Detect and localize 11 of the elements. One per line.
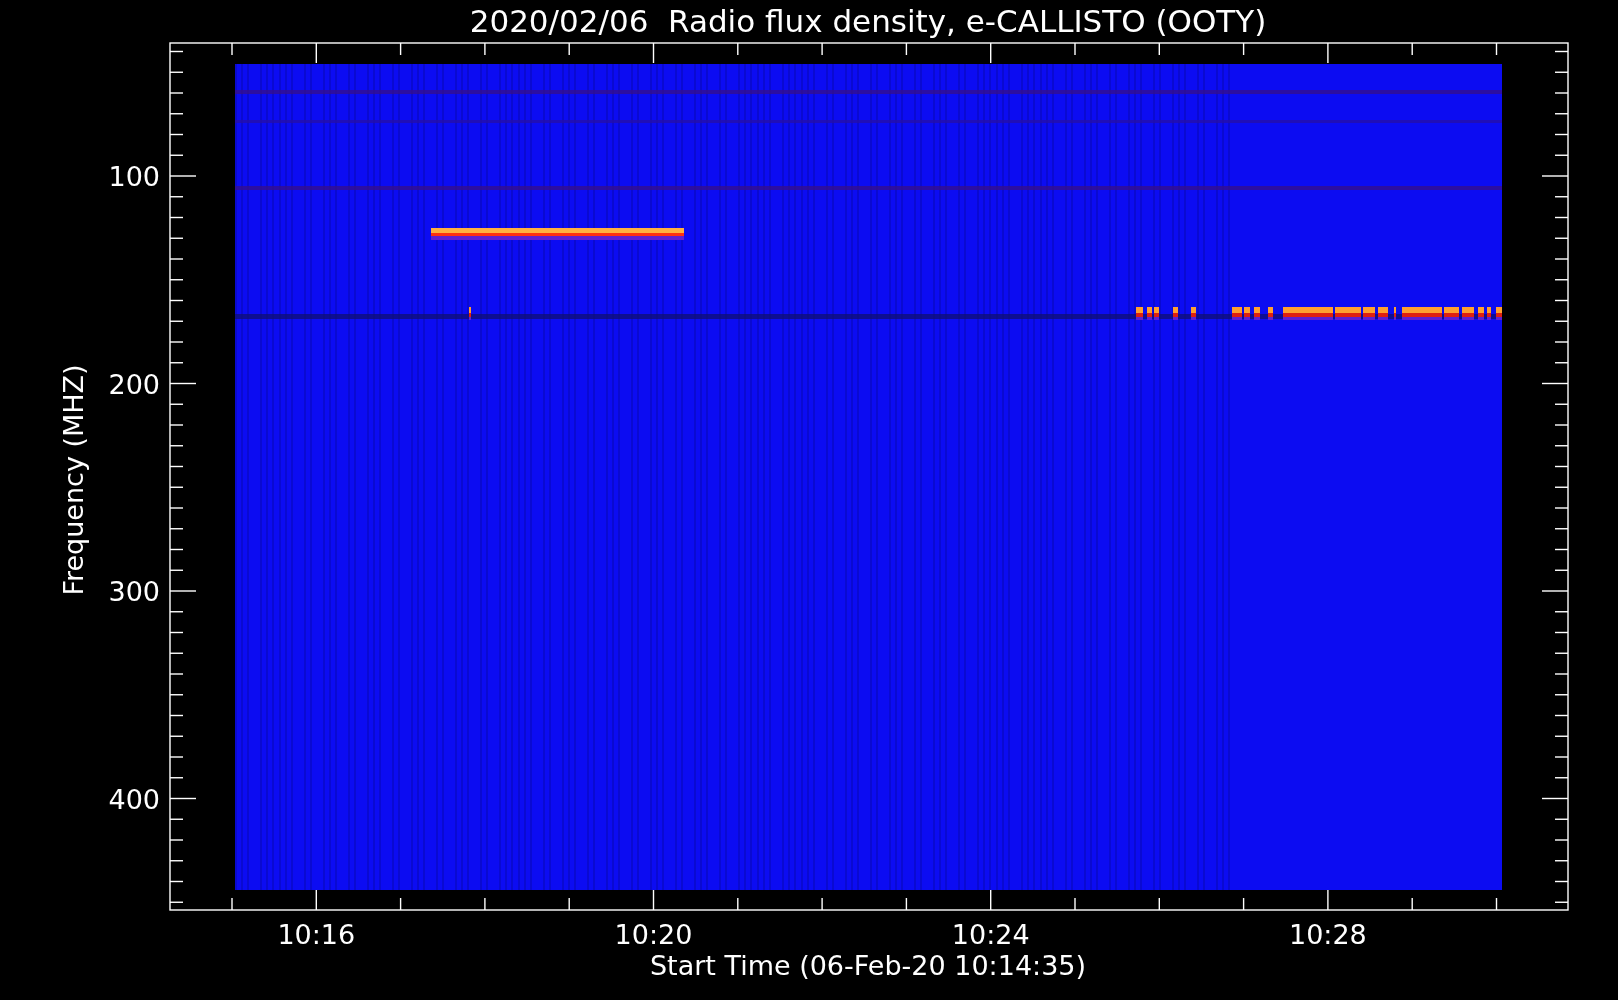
- tick-label: 10:24: [951, 919, 1030, 950]
- chart-title: 2020/02/06 Radio flux density, e-CALLISTO (OOTY): [469, 3, 1267, 39]
- tick-label: 400: [108, 783, 160, 815]
- tick-label: 10:16: [277, 919, 356, 950]
- axis-title: Start Time (06-Feb-20 10:14:35): [649, 950, 1087, 981]
- tick-label: 100: [108, 161, 160, 192]
- axis-title: Frequency (MHZ): [58, 364, 89, 596]
- tick-label: 10:28: [1289, 919, 1367, 950]
- tick-label: 200: [108, 368, 160, 400]
- tick-label: 10:20: [614, 919, 693, 950]
- tick-label: 300: [108, 576, 160, 607]
